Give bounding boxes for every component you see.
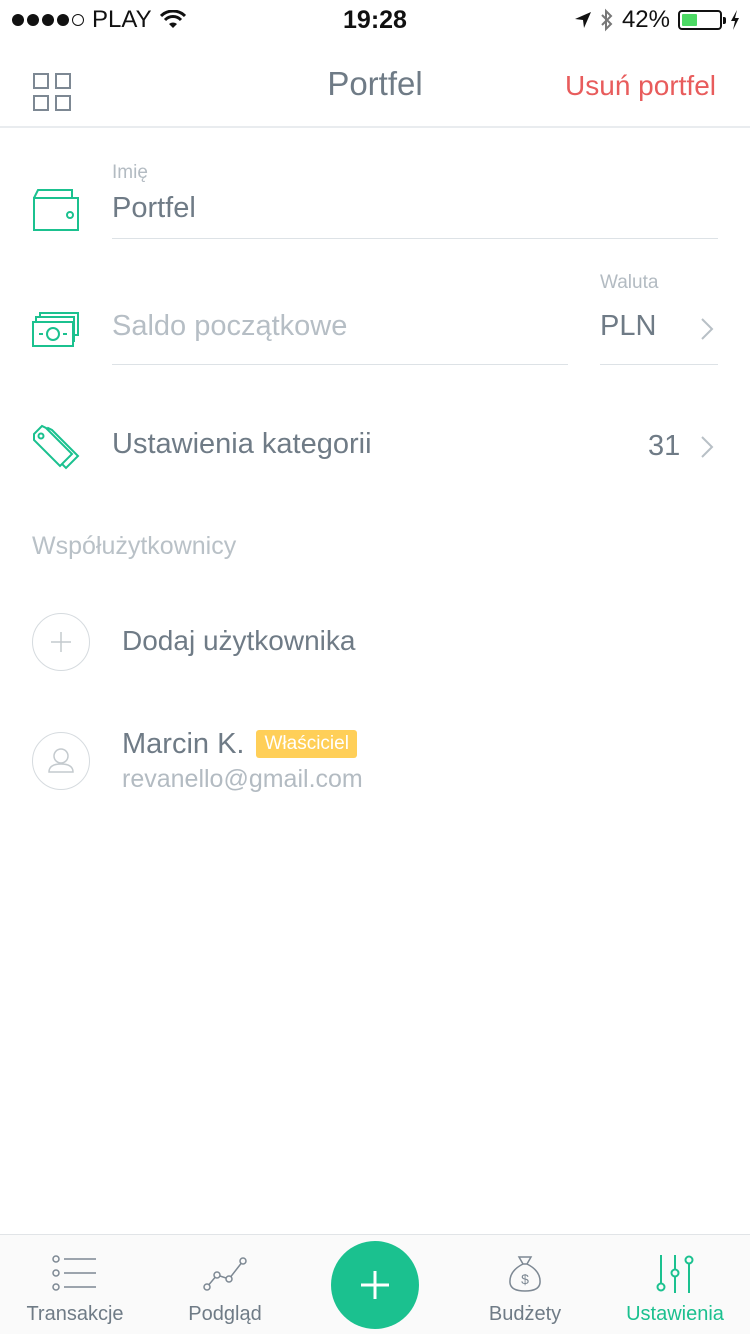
bluetooth-icon [601,8,613,32]
currency-value: PLN [600,310,657,342]
chevron-right-icon [701,318,714,340]
tags-icon [33,424,80,470]
coowners-section-title: Współużytkownicy [32,532,237,560]
chart-line-icon [203,1257,247,1291]
currency-underline [600,364,718,365]
svg-text:$: $ [521,1271,529,1287]
plus-icon [51,632,71,652]
starting-balance-input[interactable]: Saldo początkowe [112,310,347,343]
list-icon [52,1255,96,1291]
avatar [32,732,90,790]
balance-underline [112,364,568,365]
tab-label: Transakcje [26,1303,124,1325]
location-arrow-icon [574,12,591,28]
category-count: 31 [648,430,681,462]
wallet-icon [33,189,79,231]
chevron-right-icon [701,436,714,458]
tab-label: Budżety [488,1303,562,1325]
user-email: revanello@gmail.com [122,765,363,793]
delete-wallet-button[interactable]: Usuń portfel [565,70,716,102]
name-label: Imię [112,162,148,183]
add-user-label: Dodaj użytkownika [122,625,356,656]
tab-overview[interactable]: Podgląd [150,1235,300,1334]
navigation-bar: Portfel Usuń portfel [0,40,750,128]
banknotes-icon [32,312,79,347]
money-bag-icon: $ [509,1256,541,1292]
currency-label: Waluta [600,272,659,293]
name-underline [112,238,718,239]
add-transaction-button[interactable] [331,1241,419,1329]
sliders-icon [656,1255,694,1293]
tab-transactions[interactable]: Transakcje [0,1235,150,1334]
tab-budgets[interactable]: $ Budżety [450,1235,600,1334]
user-icon [48,748,74,773]
tab-settings[interactable]: Ustawienia [600,1235,750,1334]
category-settings-label: Ustawienia kategorii [112,428,372,460]
name-input[interactable]: Portfel [112,192,196,225]
tab-label: Ustawienia [626,1303,724,1325]
status-bar: PLAY 19:28 42% [0,0,750,40]
add-user-circle [32,613,90,671]
user-name: Marcin K. [122,728,245,760]
owner-badge: Właściciel [256,730,357,758]
charging-icon [731,10,739,30]
plus-icon [361,1271,389,1299]
battery-icon [678,10,726,30]
user-name-line: Marcin K. Właściciel [122,728,357,761]
tab-label: Podgląd [188,1303,262,1325]
battery-percent: 42% [621,6,670,33]
status-bar-right: 42% [574,6,740,34]
